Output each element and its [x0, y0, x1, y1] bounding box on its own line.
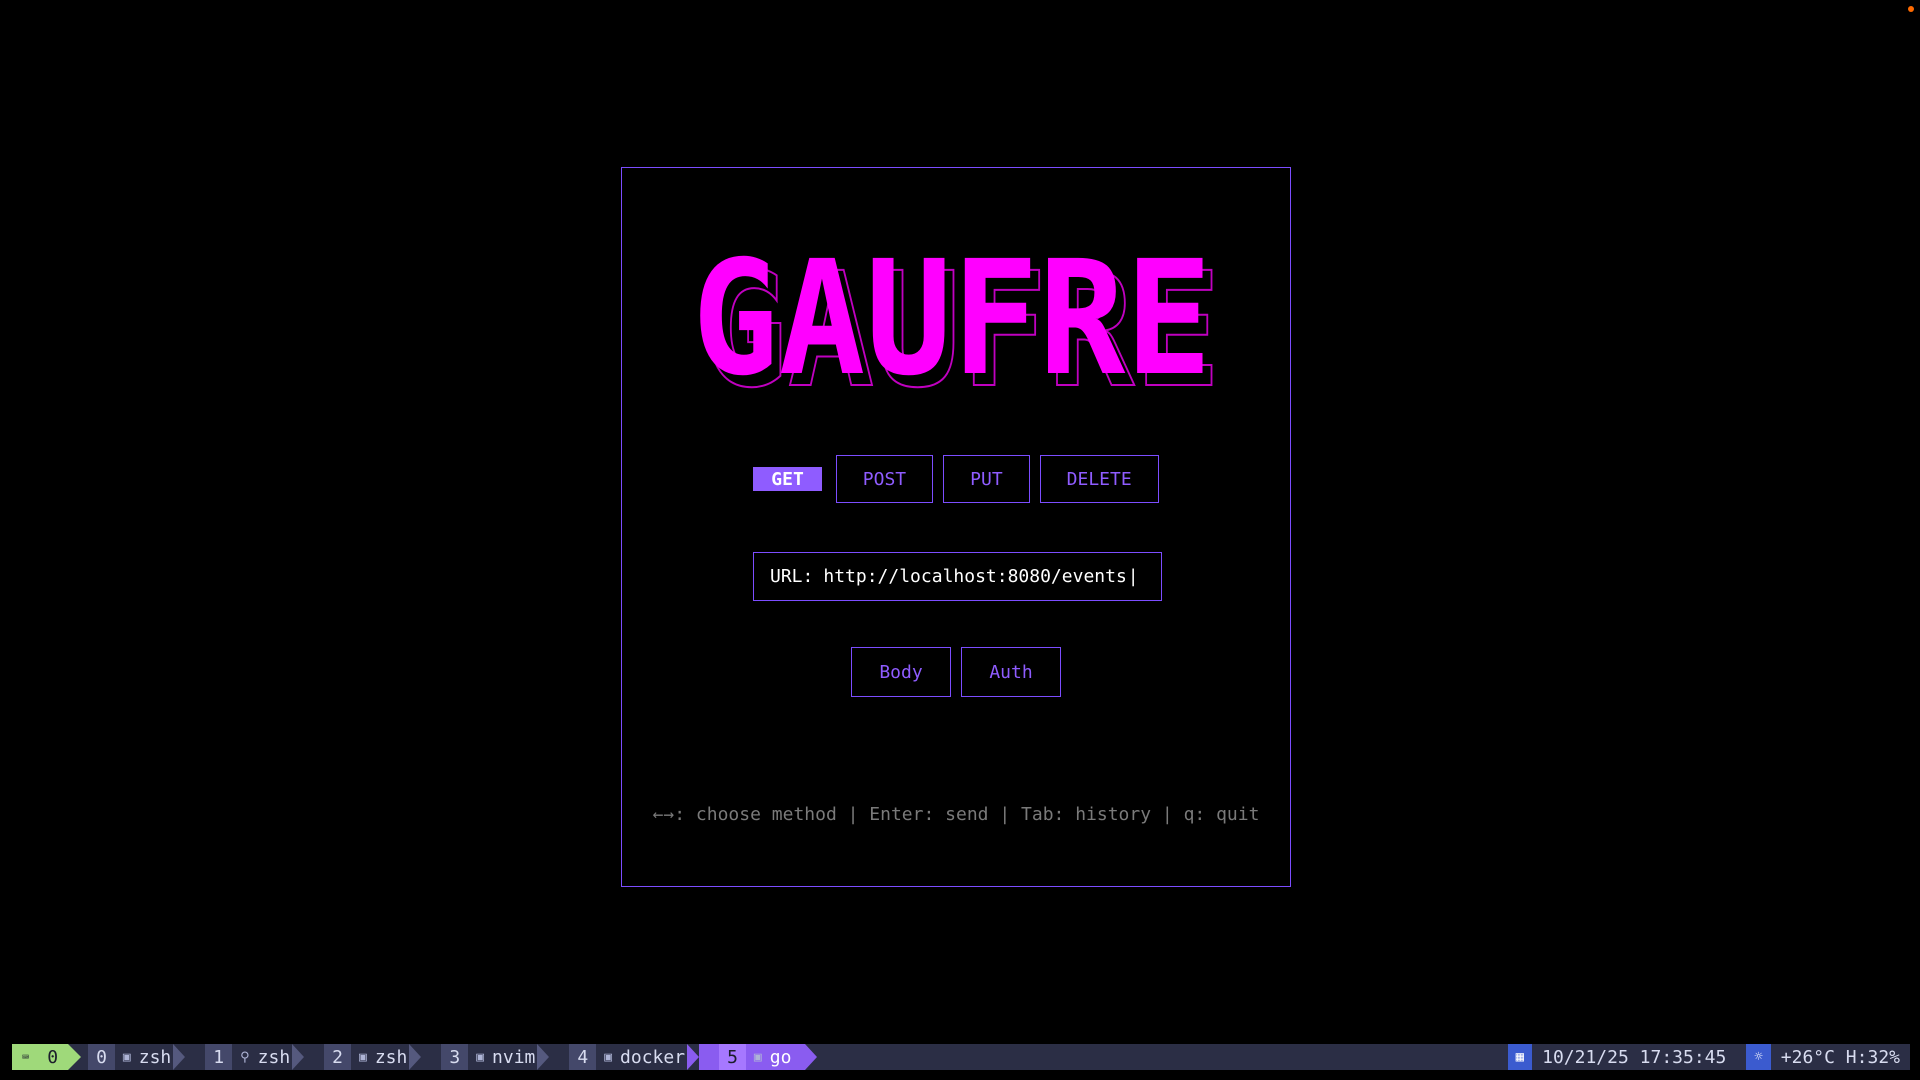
- window-number: 4: [569, 1044, 597, 1070]
- window-number: 2: [324, 1044, 351, 1070]
- keyboard-icon: ⌨: [22, 1050, 30, 1064]
- tab-auth[interactable]: Auth: [961, 647, 1061, 697]
- chevron-right-icon: [292, 1044, 305, 1070]
- window-name: docker: [620, 1046, 686, 1068]
- chevron-right-icon: [409, 1044, 422, 1070]
- notification-dot: [1908, 6, 1914, 12]
- terminal-icon: ▣: [753, 1049, 762, 1065]
- chevron-right-icon: [173, 1044, 186, 1070]
- chevron-right-icon: [805, 1044, 818, 1070]
- window-tab-2[interactable]: 2 ▣ zsh: [304, 1044, 422, 1070]
- request-tabs: Body Auth: [622, 647, 1290, 697]
- window-name: go: [769, 1046, 792, 1068]
- sun-icon: ☼: [1746, 1044, 1771, 1070]
- datetime-segment: ▦ 10/21/25 17:35:45: [1498, 1044, 1737, 1070]
- keybinding-help: ←→: choose method | Enter: send | Tab: h…: [652, 804, 1260, 825]
- window-tab-3[interactable]: 3 ▣ nvim: [421, 1044, 550, 1070]
- url-input[interactable]: URL: http://localhost:8080/events |: [753, 552, 1162, 601]
- search-icon: ⚲: [240, 1049, 250, 1065]
- session-number: 0: [47, 1046, 59, 1068]
- window-number: 0: [88, 1044, 115, 1070]
- window-number: 5: [719, 1044, 746, 1070]
- calendar-icon: ▦: [1507, 1044, 1533, 1070]
- method-selector: GET POST PUT DELETE: [622, 455, 1290, 503]
- window-name: zsh: [257, 1046, 291, 1068]
- url-value: http://localhost:8080/events: [823, 566, 1127, 587]
- window-name: zsh: [374, 1046, 408, 1068]
- window-tab-1[interactable]: 1 ⚲ zsh: [185, 1044, 305, 1070]
- status-right: ▦ 10/21/25 17:35:45 ☼ +26°C H:32%: [1498, 1044, 1910, 1070]
- window-number: 3: [441, 1044, 469, 1070]
- window-tab-0[interactable]: 0 ▣ zsh: [68, 1044, 186, 1070]
- terminal-screen: GAUFRE GAUFRE GET POST PUT DELETE URL: h…: [0, 0, 1920, 1080]
- app-logo: GAUFRE GAUFRE: [692, 248, 1222, 398]
- window-number: 1: [205, 1044, 233, 1070]
- terminal-icon: ▣: [359, 1049, 367, 1065]
- tmux-status-bar: ⌨ 0 0 ▣ zsh 1 ⚲ zsh 2 ▣ zsh 3 ▣ nvim 4 ▣…: [12, 1044, 1910, 1070]
- chevron-right-icon: [687, 1044, 700, 1070]
- window-name: nvim: [492, 1046, 536, 1068]
- method-put-button[interactable]: PUT: [943, 455, 1030, 503]
- method-delete-button[interactable]: DELETE: [1039, 455, 1159, 503]
- chevron-right-icon: [537, 1044, 550, 1070]
- terminal-icon: ▣: [604, 1049, 613, 1065]
- method-post-button[interactable]: POST: [835, 455, 934, 503]
- text-cursor: |: [1127, 566, 1139, 587]
- weather-text: +26°C H:32%: [1780, 1046, 1900, 1068]
- logo-title: GAUFRE: [692, 248, 1212, 398]
- window-tab-4[interactable]: 4 ▣ docker: [549, 1044, 700, 1070]
- weather-segment: ☼ +26°C H:32%: [1736, 1044, 1910, 1070]
- terminal-icon: ▣: [122, 1049, 131, 1065]
- window-tab-5-current[interactable]: 5 ▣ go: [699, 1044, 818, 1070]
- datetime-text: 10/21/25 17:35:45: [1542, 1046, 1727, 1068]
- tab-body[interactable]: Body: [851, 647, 951, 697]
- window-name: zsh: [138, 1046, 172, 1068]
- method-get-button[interactable]: GET: [753, 467, 822, 491]
- url-label: URL:: [770, 566, 814, 587]
- app-frame: GAUFRE GAUFRE GET POST PUT DELETE URL: h…: [621, 167, 1291, 887]
- terminal-icon: ▣: [476, 1049, 485, 1065]
- session-indicator: ⌨ 0: [12, 1044, 82, 1070]
